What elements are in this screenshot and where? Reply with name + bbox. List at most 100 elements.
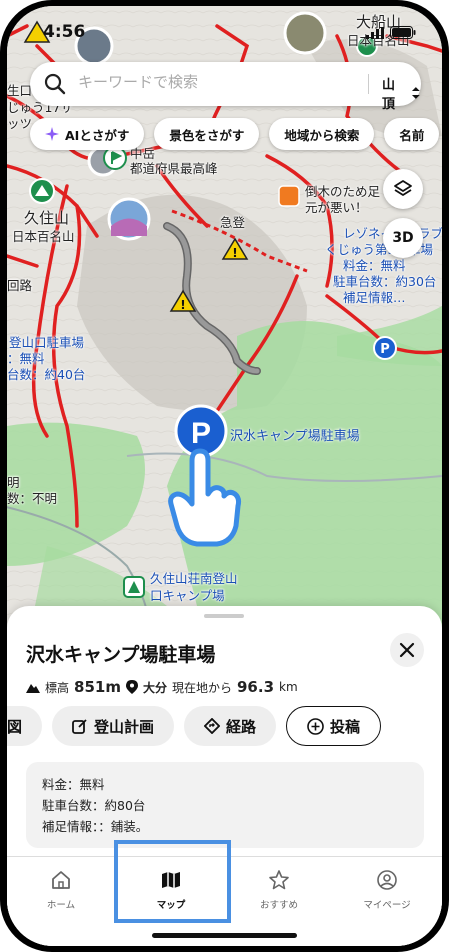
prefecture: 大分: [142, 680, 167, 695]
edit-icon: [72, 719, 87, 734]
layers-button[interactable]: [383, 169, 423, 209]
place-detail-sheet: 沢水キャンプ場駐車場 標高 851m 大分 現在地から 96.3 km 図 登山計…: [7, 606, 442, 946]
action-label: 図: [7, 717, 23, 736]
sheet-handle[interactable]: [204, 614, 244, 618]
map-label-tozan-2: ：無料: [7, 351, 45, 366]
map-label-fallen-tree-1: 倒木のため足: [305, 184, 381, 199]
star-icon: [269, 870, 289, 890]
svg-text:!: !: [180, 298, 185, 312]
tab-home[interactable]: ホーム: [7, 869, 115, 911]
close-icon: [399, 642, 415, 658]
status-icons: [366, 26, 416, 39]
phone-frame: ! ! P P 久住山 日本百名山 大船山 日本百名山 中岳 都道府県最高峰 急…: [0, 0, 449, 952]
plus-circle-icon: [307, 717, 324, 735]
chip-name[interactable]: 名前: [384, 118, 440, 150]
sort-arrows-icon: [412, 87, 421, 99]
svg-text:P: P: [380, 342, 390, 357]
selected-parking-pin[interactable]: P: [174, 404, 228, 458]
user-icon: [377, 870, 397, 890]
chip-label: 名前: [399, 127, 425, 143]
flag-icon[interactable]: [103, 146, 127, 170]
screen: ! ! P P 久住山 日本百名山 大船山 日本百名山 中岳 都道府県最高峰 急…: [7, 6, 442, 946]
action-label: 投稿: [330, 717, 361, 736]
map-label-rezonate-5: 補足情報…: [343, 290, 406, 305]
map-label-left-5: 明: [7, 475, 20, 490]
info-capacity: 駐車台数：約80台: [42, 798, 146, 813]
post-button[interactable]: 投稿: [286, 706, 382, 746]
battery-icon: [390, 26, 416, 39]
map-label-left-1: 生口: [7, 83, 33, 98]
tab-bar: ホーム マップ おすすめ マイページ: [7, 840, 442, 946]
map-label-kyuto: 急登: [220, 215, 246, 230]
place-title: 沢水キャンプ場駐車場: [26, 644, 216, 666]
layers-icon: [394, 180, 412, 196]
elevation-label: 標高: [45, 680, 70, 695]
chip-label: 景色をさがす: [169, 127, 245, 143]
tab-recommend[interactable]: おすすめ: [225, 869, 333, 911]
map-label-left-4: 回路: [7, 278, 33, 293]
info-box: 料金：無料 駐車台数：約80台 補足情報：：鋪装。: [26, 762, 424, 848]
search-bar[interactable]: 山頂: [30, 62, 421, 112]
map-label-rezonate-4: 駐車台数：約30台: [333, 274, 437, 289]
status-time: 4:56: [43, 22, 86, 42]
chip-ai-search[interactable]: AIとさがす: [30, 118, 145, 150]
tab-label: おすすめ: [259, 900, 298, 911]
route-icon: [204, 718, 221, 734]
map-label-left-6: 数：不明: [7, 491, 58, 506]
search-input[interactable]: [78, 73, 328, 91]
close-button[interactable]: [390, 633, 424, 667]
signal-icon: [366, 26, 384, 39]
map-action-button[interactable]: 図: [7, 706, 43, 746]
action-label: 経路: [226, 717, 257, 736]
map-label-tozan-1: 登山口駐車場: [9, 335, 85, 350]
distance-label: 現在地から: [171, 680, 232, 695]
parking-marker[interactable]: P: [373, 336, 397, 360]
3d-button[interactable]: 3D: [383, 218, 423, 258]
map-label-kujusan-sub: 日本百名山: [12, 229, 75, 244]
map-label-left-3: ッツ: [7, 116, 33, 131]
home-indicator: [152, 933, 297, 938]
map-label-camp-2: 口キャンプ場: [150, 588, 225, 603]
map-label-fallen-tree-2: 元が悪い！: [305, 200, 368, 215]
photo-thumbnail[interactable]: [107, 197, 151, 241]
place-meta: 標高 851m 大分 現在地から 96.3 km: [26, 678, 298, 696]
elevation-value: 851m: [74, 678, 121, 696]
svg-text:!: !: [232, 246, 237, 260]
campsite-icon[interactable]: [123, 576, 145, 598]
chip-label: 地域から検索: [284, 127, 360, 143]
action-row: 図 登山計画 経路 投稿: [7, 706, 382, 746]
chip-row: AIとさがす 景色をさがす 地域から検索 名前: [30, 118, 440, 150]
map-label-kujusan: 久住山: [24, 209, 70, 227]
tab-mypage[interactable]: マイページ: [333, 869, 441, 911]
search-divider: [368, 74, 369, 94]
filter-label: 山頂: [382, 78, 396, 112]
map-label-rezonate-3: 料金：無料: [343, 258, 406, 273]
sparkle-icon: [45, 127, 59, 141]
highlight-box: [114, 840, 231, 923]
map-label-nakadake-sub: 都道府県最高峰: [130, 161, 218, 176]
summit-icon[interactable]: [29, 178, 55, 204]
home-icon: [52, 871, 70, 889]
tab-label: マイページ: [363, 900, 411, 911]
svg-text:P: P: [191, 417, 211, 450]
info-notes: 補足情報：：鋪装。: [42, 819, 149, 834]
chip-scenery[interactable]: 景色をさがす: [154, 118, 260, 150]
tab-label: ホーム: [46, 900, 76, 911]
map-label-pin: 沢水キャンプ場駐車場: [230, 429, 360, 444]
chip-region[interactable]: 地域から検索: [269, 118, 375, 150]
mountain-icon: [26, 684, 40, 693]
action-label: 登山計画: [94, 717, 155, 736]
distance-unit: km: [279, 680, 298, 694]
search-icon: [44, 73, 66, 95]
info-fee: 料金：無料: [42, 777, 105, 792]
chip-label: AIとさがす: [65, 127, 130, 143]
route-button[interactable]: 経路: [184, 706, 277, 746]
distance-value: 96.3: [237, 678, 275, 696]
hazard-icon[interactable]: [278, 185, 300, 207]
location-pin-icon: [125, 680, 138, 694]
map-label-tozan-3: 台数：約40台: [7, 367, 86, 382]
map-label-camp-1: 久住山荘南登山: [150, 571, 238, 586]
filter-select[interactable]: 山頂: [382, 74, 421, 112]
plan-button[interactable]: 登山計画: [52, 706, 175, 746]
status-bar: 4:56: [7, 6, 442, 58]
